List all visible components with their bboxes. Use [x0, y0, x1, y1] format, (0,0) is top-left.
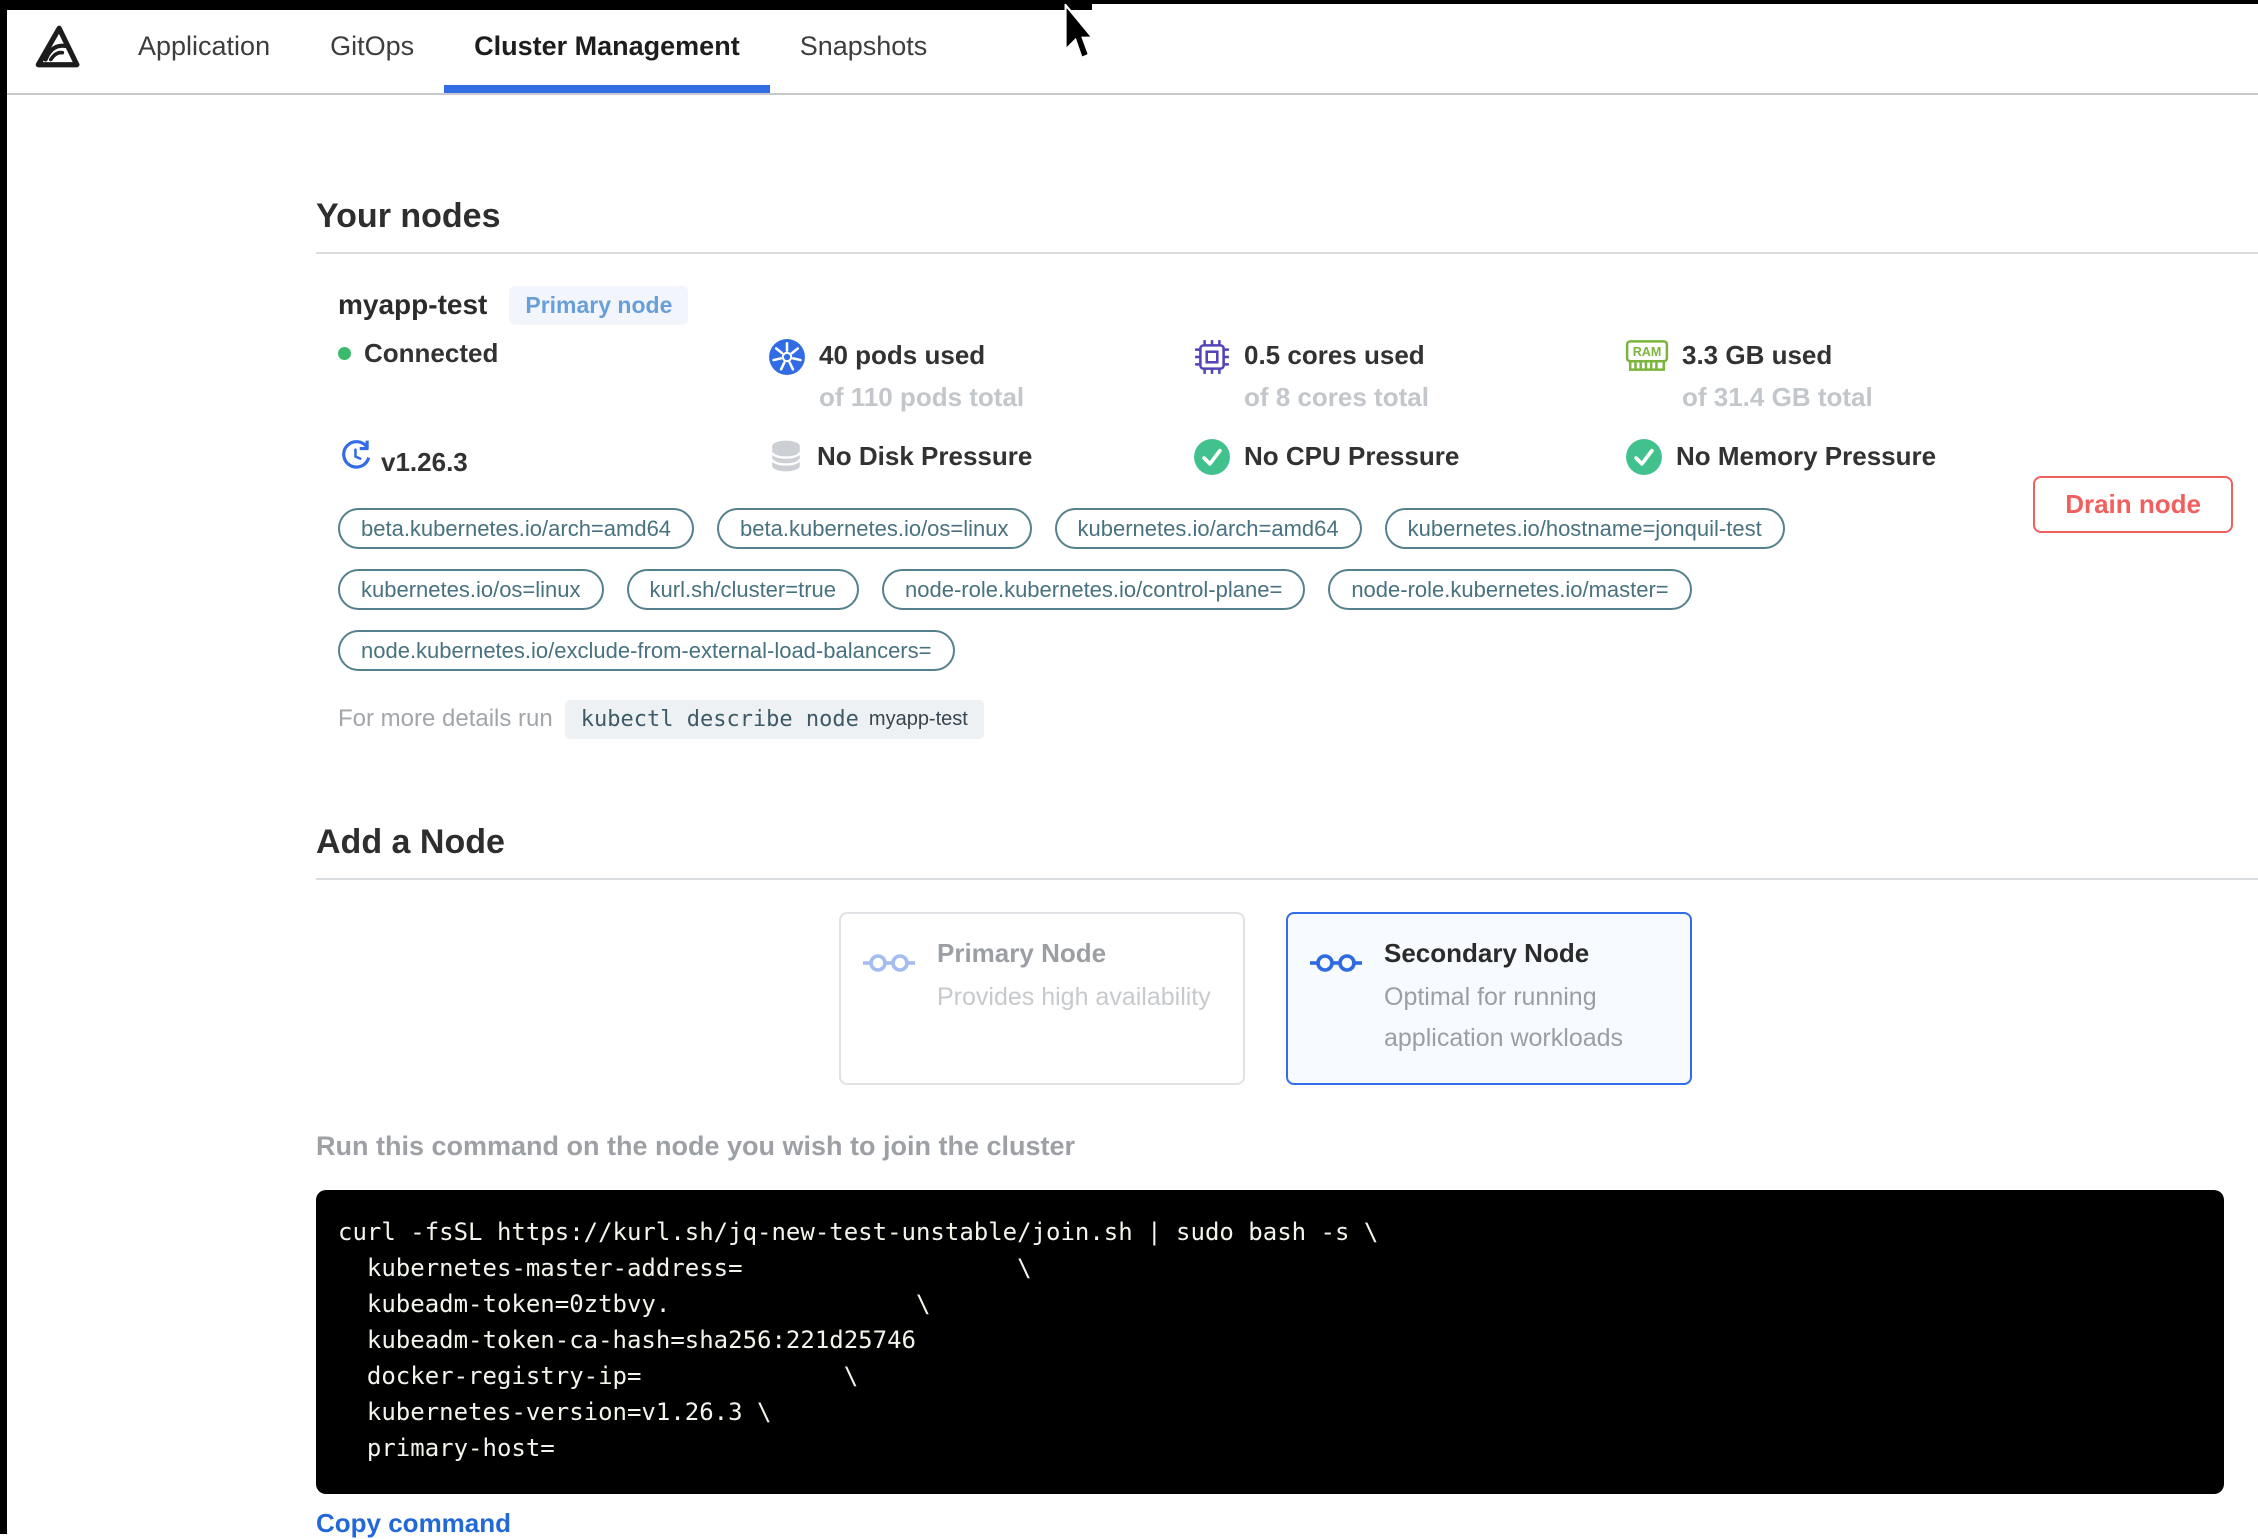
node-label-pill: beta.kubernetes.io/arch=amd64: [338, 508, 695, 549]
pods-total-value: of 110 pods total: [819, 382, 1025, 412]
cpu-pressure-label: No CPU Pressure: [1244, 441, 1460, 471]
code-line: kubeadm-token-ca-hash=sha256:221d25746: [338, 1326, 916, 1354]
details-prefix: For more details run: [338, 705, 553, 732]
drain-node-button[interactable]: Drain node: [2033, 476, 2233, 533]
node-name: myapp-test: [338, 289, 488, 320]
primary-node-badge: Primary node: [509, 285, 689, 325]
tab-cluster-management[interactable]: Cluster Management: [444, 0, 770, 93]
cpu-chip-icon: [1193, 338, 1231, 376]
tab-snapshots[interactable]: Snapshots: [770, 0, 958, 93]
node-header: myapp-test Primary node: [338, 285, 2258, 325]
memory-stat: RAM 3.3 GB used of 31.4 GB total: [1625, 338, 1873, 413]
disk-cylinder-icon: [768, 438, 804, 474]
your-nodes-section: Your nodes myapp-test Primary node Conne…: [316, 95, 2258, 741]
node-type-options: Primary Node Provides high availability: [839, 912, 2258, 1085]
secondary-node-option-description: Optimal for running application workload…: [1384, 983, 1624, 1052]
kubectl-command-chip: kubectl describe node myapp-test: [564, 699, 984, 739]
code-line: primary-host=: [338, 1434, 555, 1462]
node-link-icon: [863, 950, 915, 1059]
primary-node-option[interactable]: Primary Node Provides high availability: [839, 912, 1245, 1085]
main-content: Your nodes myapp-test Primary node Conne…: [0, 95, 2258, 1539]
ram-icon: RAM: [1625, 338, 1669, 374]
node-stats-row: Connected 40 pods used of 110 pods total…: [338, 338, 2258, 438]
node-card: myapp-test Primary node Connected 40 pod…: [316, 254, 2258, 741]
version-refresh-icon: [338, 438, 374, 474]
window-edge-top-thin: [1092, 0, 2258, 4]
disk-pressure-label: No Disk Pressure: [817, 441, 1033, 471]
cores-stat: 0.5 cores used of 8 cores total: [1193, 338, 1429, 413]
join-command-code-block[interactable]: curl -fsSL https://kurl.sh/jq-new-test-u…: [316, 1190, 2224, 1494]
node-label-pill: kubernetes.io/arch=amd64: [1054, 508, 1362, 549]
node-label-pill: node-role.kubernetes.io/control-plane=: [882, 569, 1306, 610]
memory-used-value: 3.3 GB used: [1682, 340, 1833, 370]
node-labels: beta.kubernetes.io/arch=amd64 beta.kuber…: [338, 508, 2258, 671]
code-line: kubernetes-master-address= \: [338, 1254, 1032, 1282]
pods-stat: 40 pods used of 110 pods total: [768, 338, 1024, 413]
pods-used-value: 40 pods used: [819, 340, 986, 370]
code-line: docker-registry-ip= \: [338, 1362, 859, 1390]
copy-command-link[interactable]: Copy command: [316, 1508, 511, 1539]
version-label: v1.26.3: [381, 447, 468, 477]
connection-status: Connected: [338, 338, 498, 369]
node-labels-row: kubernetes.io/os=linux kurl.sh/cluster=t…: [338, 569, 2258, 610]
add-node-title: Add a Node: [316, 823, 505, 861]
node-labels-row: beta.kubernetes.io/arch=amd64 beta.kuber…: [338, 508, 2258, 549]
node-label-pill: node-role.kubernetes.io/master=: [1328, 569, 1692, 610]
node-details-hint: For more details run kubectl describe no…: [338, 697, 2258, 741]
kurl-logo-icon: [30, 0, 80, 93]
node-link-icon: [1310, 950, 1362, 1059]
add-node-section: Add a Node Primary Node Provides high av…: [316, 823, 2258, 1539]
memory-pressure-condition: No Memory Pressure: [1625, 438, 1936, 476]
secondary-node-option-title: Secondary Node: [1384, 938, 1590, 968]
code-line: kubeadm-token=0ztbvy. \: [338, 1290, 931, 1318]
node-label-pill: beta.kubernetes.io/os=linux: [717, 508, 1032, 549]
cpu-pressure-condition: No CPU Pressure: [1193, 438, 1459, 476]
memory-pressure-label: No Memory Pressure: [1676, 441, 1937, 471]
memory-total-value: of 31.4 GB total: [1682, 382, 1873, 412]
tab-application[interactable]: Application: [108, 0, 300, 93]
kubernetes-pods-icon: [768, 338, 806, 376]
code-line: kubernetes-version=v1.26.3 \: [338, 1398, 772, 1426]
top-nav: Application GitOps Cluster Management Sn…: [0, 0, 2258, 95]
check-circle-icon: [1625, 438, 1663, 476]
svg-text:RAM: RAM: [1633, 345, 1662, 359]
connection-status-label: Connected: [364, 338, 499, 368]
join-command-instruction: Run this command on the node you wish to…: [316, 1131, 1076, 1161]
cursor-pointer-icon: [1064, 4, 1094, 60]
cores-used-value: 0.5 cores used: [1244, 340, 1425, 370]
node-label-pill: kubernetes.io/os=linux: [338, 569, 604, 610]
kubernetes-version: v1.26.3: [338, 438, 468, 480]
nav-tabs: Application GitOps Cluster Management Sn…: [108, 0, 957, 93]
primary-node-option-description: Provides high availability: [937, 983, 1211, 1011]
tab-gitops[interactable]: GitOps: [300, 0, 444, 93]
primary-node-option-title: Primary Node: [937, 938, 1107, 968]
node-labels-row: node.kubernetes.io/exclude-from-external…: [338, 630, 2258, 671]
section-divider: [316, 878, 2258, 880]
node-conditions-row: v1.26.3 No Disk Pressure No CPU Pressure…: [338, 438, 2258, 494]
window-edge-left: [0, 0, 7, 1534]
disk-pressure-condition: No Disk Pressure: [768, 438, 1032, 474]
window-edge-top: [0, 0, 1092, 10]
connected-status-dot-icon: [338, 347, 351, 360]
kubectl-command-text: kubectl describe node: [580, 706, 859, 732]
code-line: curl -fsSL https://kurl.sh/jq-new-test-u…: [338, 1218, 1379, 1246]
node-label-pill: kurl.sh/cluster=true: [626, 569, 859, 610]
node-label-pill: kubernetes.io/hostname=jonquil-test: [1384, 508, 1785, 549]
node-label-pill: node.kubernetes.io/exclude-from-external…: [338, 630, 955, 671]
cores-total-value: of 8 cores total: [1244, 382, 1429, 412]
check-circle-icon: [1193, 438, 1231, 476]
secondary-node-option[interactable]: Secondary Node Optimal for running appli…: [1286, 912, 1692, 1085]
kubectl-node-name: myapp-test: [868, 707, 968, 730]
your-nodes-title: Your nodes: [316, 197, 501, 235]
